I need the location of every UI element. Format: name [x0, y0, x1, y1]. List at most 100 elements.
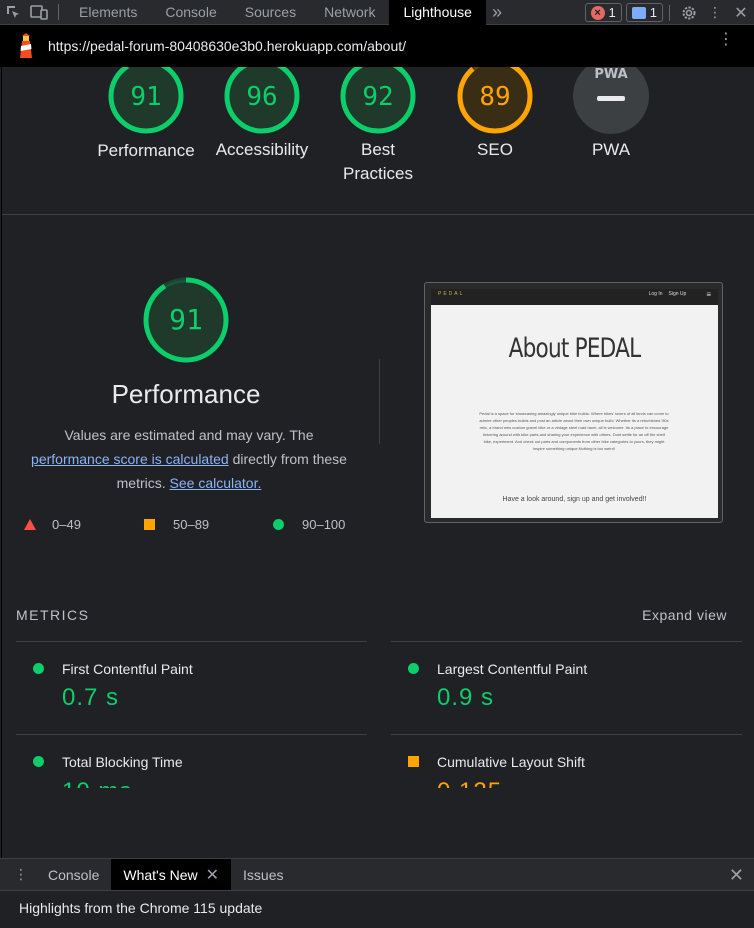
gauge-ring: 91: [108, 67, 184, 134]
audited-url: https://pedal-forum-80408630e3b0.herokua…: [48, 38, 407, 54]
highlights-heading: Highlights from the Chrome 115 update: [19, 900, 263, 916]
close-devtools-icon[interactable]: ✕: [728, 0, 754, 25]
gauge-pwa[interactable]: PWA PWA: [551, 67, 671, 162]
gauge-best-practices[interactable]: 92 Best Practices: [318, 67, 438, 186]
performance-title: Performance: [111, 379, 261, 409]
summary-divider: [2, 214, 754, 215]
screenshot-menu-icon: ≡: [706, 289, 711, 299]
metric-lcp-name: Largest Contentful Paint: [437, 661, 588, 677]
average-square-icon: [144, 519, 155, 530]
lighthouse-url-bar: https://pedal-forum-80408630e3b0.herokua…: [0, 25, 754, 67]
gauge-label-line-2: Practices: [343, 164, 413, 183]
legend-range: 90–100: [302, 517, 346, 532]
gauge-ring: 92: [340, 67, 416, 134]
tab-elements[interactable]: Elements: [65, 0, 151, 25]
drawer-tab-console[interactable]: Console: [36, 859, 111, 891]
gauge-accessibility[interactable]: 96 Accessibility: [202, 67, 322, 162]
screenshot-navbar: PEDAL Log In Sign Up ≡: [431, 289, 718, 305]
metrics-clip: 10 ms 0.125: [2, 776, 754, 788]
lighthouse-report: 91 Performance 96 Accessibility 92 Best …: [1, 67, 754, 858]
screenshot-login: Log In: [648, 291, 663, 297]
gauge-performance-large: 91: [126, 275, 246, 365]
gauge-label: Accessibility: [215, 140, 309, 159]
metrics-divider: [391, 641, 742, 642]
metric-cls-value: 0.125: [437, 778, 502, 788]
screenshot-title: About PEDAL: [508, 333, 641, 364]
gauge-seo[interactable]: 89 SEO: [435, 67, 555, 162]
screenshot-brand: PEDAL: [438, 291, 465, 297]
metric-fcp-name: First Contentful Paint: [62, 661, 193, 677]
more-tabs-icon[interactable]: »: [486, 2, 508, 23]
gauge-label: Best Practices: [318, 138, 438, 186]
gauge-ring: 91: [143, 277, 229, 363]
metric-tbt-value: 10 ms: [62, 778, 132, 788]
whats-new-panel: Highlights from the Chrome 115 update: [0, 890, 754, 928]
drawer-tab-issues[interactable]: Issues: [231, 859, 295, 891]
drawer-tabbar: ⋮ Console What's New ✕ Issues ✕: [0, 858, 754, 891]
performance-description: Values are estimated and may vary. The p…: [24, 423, 354, 495]
tab-network[interactable]: Network: [310, 0, 389, 25]
see-calculator-link[interactable]: See calculator.: [170, 475, 262, 491]
lighthouse-logo-icon: [19, 33, 33, 59]
drawer-tab-label: What's New: [123, 866, 198, 883]
more-options-icon[interactable]: ⋮: [702, 0, 728, 25]
tab-console[interactable]: Console: [151, 0, 230, 25]
metrics-heading: METRICS: [16, 607, 90, 623]
average-square-icon: [408, 756, 419, 767]
vertical-divider: [379, 359, 380, 444]
error-count-badge[interactable]: × 1: [584, 3, 622, 22]
metrics-divider: [16, 641, 367, 642]
devtools-toolbar: Elements Console Sources Network Lightho…: [0, 0, 754, 25]
gauge-label: SEO: [477, 140, 513, 159]
gauge-label-line-1: Best: [360, 140, 396, 159]
metrics-divider: [391, 734, 742, 735]
final-screenshot[interactable]: PEDAL Log In Sign Up ≡ About PEDAL Pedal…: [424, 282, 723, 523]
gauge-label: Performance: [97, 141, 195, 160]
settings-gear-icon[interactable]: [676, 0, 702, 25]
metric-cls-name: Cumulative Layout Shift: [437, 754, 585, 770]
tab-sources[interactable]: Sources: [231, 0, 310, 25]
drawer-tab-whats-new[interactable]: What's New ✕: [111, 858, 232, 891]
expand-view-button[interactable]: Expand view: [642, 607, 727, 623]
inspect-element-icon[interactable]: [0, 0, 26, 25]
legend-pass: 90–100: [273, 517, 345, 532]
gauge-performance[interactable]: 91 Performance: [86, 67, 206, 163]
screenshot-signup: Sign Up: [668, 291, 687, 297]
gauge-score: 92: [362, 82, 393, 112]
gauge-score: 91: [130, 82, 161, 112]
report-menu-icon[interactable]: ⋮: [718, 32, 734, 48]
device-toolbar-icon[interactable]: [26, 0, 52, 25]
pass-circle-icon: [33, 663, 44, 674]
gauge-score: 91: [169, 303, 203, 336]
toolbar-divider: [58, 4, 59, 20]
pass-circle-icon: [33, 756, 44, 767]
gauge-ring: 89: [457, 67, 533, 134]
tab-lighthouse[interactable]: Lighthouse: [389, 0, 486, 25]
legend-fail: 0–49: [24, 517, 81, 532]
drawer-menu-icon[interactable]: ⋮: [0, 859, 36, 891]
legend-range: 0–49: [52, 517, 81, 532]
desc-text-1: Values are estimated and may vary. The: [64, 427, 314, 443]
message-icon: [631, 6, 646, 19]
screenshot-body: Pedal is a space for showcasing amazingl…: [479, 411, 669, 451]
screenshot-footer: Have a look around, sign up and get invo…: [502, 496, 647, 503]
screenshot-page: PEDAL Log In Sign Up ≡ About PEDAL Pedal…: [431, 289, 718, 518]
pass-circle-icon: [273, 519, 284, 530]
metrics-divider: [16, 734, 367, 735]
metric-tbt-name: Total Blocking Time: [62, 754, 183, 770]
score-calculation-link[interactable]: performance score is calculated: [31, 451, 229, 467]
legend-average: 50–89: [144, 517, 209, 532]
legend-range: 50–89: [173, 517, 210, 532]
gauge-label: PWA: [591, 140, 631, 159]
pwa-badge-icon: PWA: [573, 67, 649, 134]
metric-fcp-value: 0.7 s: [62, 684, 120, 711]
gauge-ring: 96: [224, 67, 300, 134]
gauge-score: 89: [479, 82, 510, 112]
error-count: 1: [608, 5, 616, 20]
close-tab-icon[interactable]: ✕: [206, 865, 219, 885]
close-drawer-icon[interactable]: ✕: [729, 865, 744, 886]
toolbar-divider: [669, 4, 670, 21]
metric-lcp-value: 0.9 s: [437, 684, 495, 711]
error-icon: ×: [590, 5, 605, 20]
message-count-badge[interactable]: 1: [625, 3, 663, 22]
